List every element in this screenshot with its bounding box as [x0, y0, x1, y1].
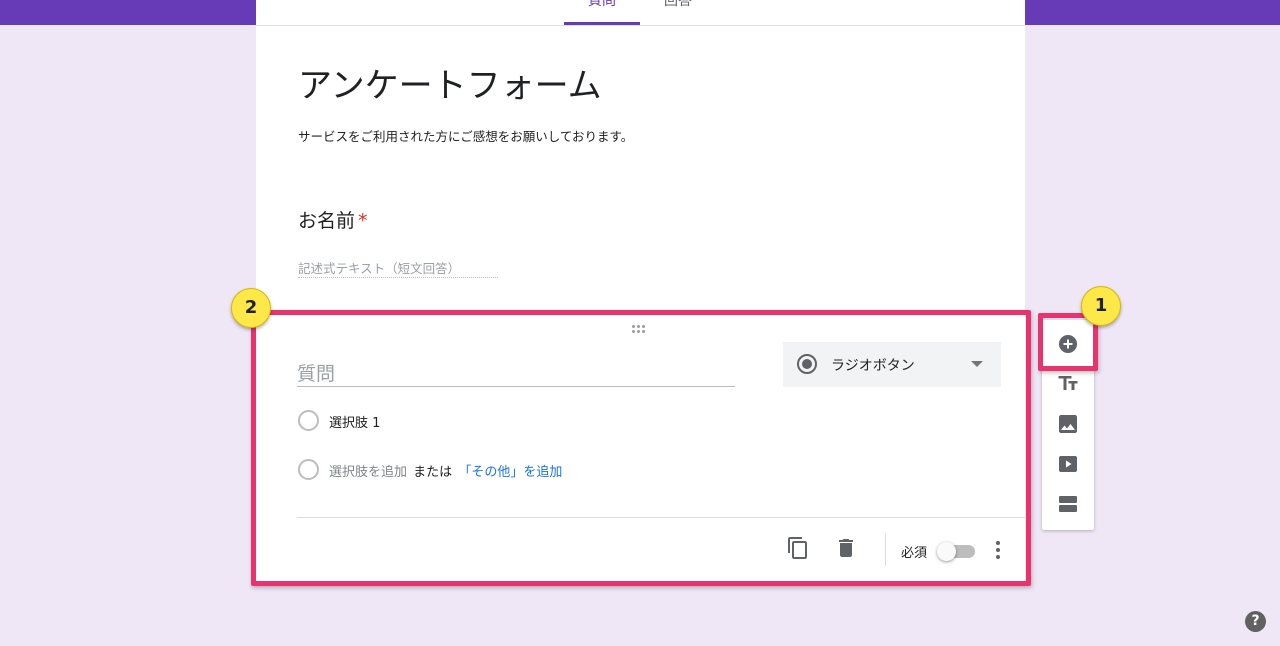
add-title-icon[interactable] — [1056, 372, 1080, 396]
callout-badge-2: 2 — [231, 288, 271, 328]
add-section-icon[interactable] — [1056, 492, 1080, 516]
help-icon[interactable]: ? — [1245, 611, 1266, 632]
active-tab-indicator — [564, 22, 640, 25]
form-header-sheet: 質問 回答 アンケートフォーム サービスをご利用された方にご感想をお願いしており… — [256, 0, 1025, 330]
tab-responses[interactable]: 回答 — [640, 0, 716, 10]
form-title[interactable]: アンケートフォーム — [298, 58, 602, 107]
required-asterisk: * — [358, 210, 368, 232]
add-video-icon[interactable] — [1056, 452, 1080, 476]
add-image-icon[interactable] — [1056, 412, 1080, 436]
callout-badge-1: 1 — [1081, 286, 1121, 326]
question-name-label: お名前 — [298, 210, 356, 232]
tabs-bar: 質問 回答 — [256, 0, 1025, 26]
highlight-box-2 — [251, 310, 1031, 586]
short-answer-placeholder: 記述式テキスト（短文回答） — [298, 258, 498, 278]
tab-questions[interactable]: 質問 — [564, 0, 640, 10]
question-name-title[interactable]: お名前 * — [298, 206, 368, 233]
form-description[interactable]: サービスをご利用された方にご感想をお願いしております。 — [298, 126, 633, 145]
